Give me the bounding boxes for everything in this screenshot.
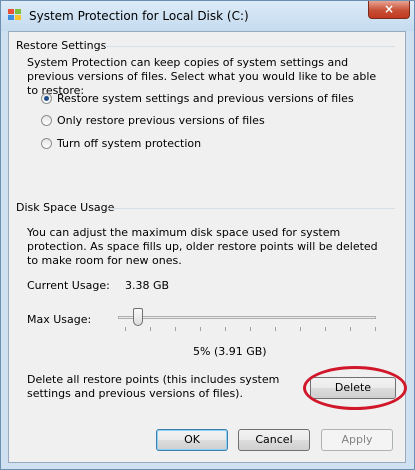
radio-restore-settings-and-files[interactable]: Restore system settings and previous ver… <box>41 92 354 105</box>
slider-tick <box>225 327 226 331</box>
slider-tick <box>125 327 126 331</box>
windows-logo-icon <box>8 9 21 20</box>
radio-turn-off-protection[interactable]: Turn off system protection <box>41 137 201 150</box>
current-usage-label: Current Usage: <box>27 279 110 292</box>
radio-label: Only restore previous versions of files <box>57 114 265 127</box>
slider-tick <box>150 327 151 331</box>
title-bar[interactable]: System Protection for Local Disk (C:) × <box>1 1 414 31</box>
dialog-window: System Protection for Local Disk (C:) × … <box>0 0 415 470</box>
disk-space-separator <box>107 208 395 209</box>
apply-button[interactable]: Apply <box>321 429 393 451</box>
close-button[interactable]: × <box>368 1 410 19</box>
disk-space-heading: Disk Space Usage <box>16 201 115 214</box>
restore-settings-separator <box>105 46 395 47</box>
max-usage-slider-thumb[interactable] <box>132 308 143 326</box>
delete-description: Delete all restore points (this includes… <box>27 373 280 400</box>
ok-button[interactable]: OK <box>156 429 228 451</box>
radio-button-selected[interactable] <box>41 93 52 104</box>
slider-tick <box>325 327 326 331</box>
radio-only-previous-versions[interactable]: Only restore previous versions of files <box>41 114 265 127</box>
delete-button[interactable]: Delete <box>310 377 396 399</box>
radio-button[interactable] <box>41 138 52 149</box>
max-usage-label: Max Usage: <box>27 313 92 326</box>
max-usage-slider-track[interactable] <box>118 316 376 319</box>
restore-settings-heading: Restore Settings <box>16 39 107 52</box>
slider-tick <box>350 327 351 331</box>
slider-tick <box>200 327 201 331</box>
cancel-button[interactable]: Cancel <box>238 429 310 451</box>
slider-tick <box>250 327 251 331</box>
radio-label: Restore system settings and previous ver… <box>57 92 354 105</box>
window-title: System Protection for Local Disk (C:) <box>29 9 249 23</box>
radio-button[interactable] <box>41 115 52 126</box>
current-usage-value: 3.38 GB <box>125 279 170 292</box>
slider-tick <box>375 327 376 331</box>
slider-tick <box>175 327 176 331</box>
slider-tick <box>300 327 301 331</box>
disk-space-description: You can adjust the maximum disk space us… <box>27 226 378 267</box>
slider-tick <box>275 327 276 331</box>
max-usage-readout: 5% (3.91 GB) <box>193 345 267 358</box>
radio-label: Turn off system protection <box>57 137 202 150</box>
